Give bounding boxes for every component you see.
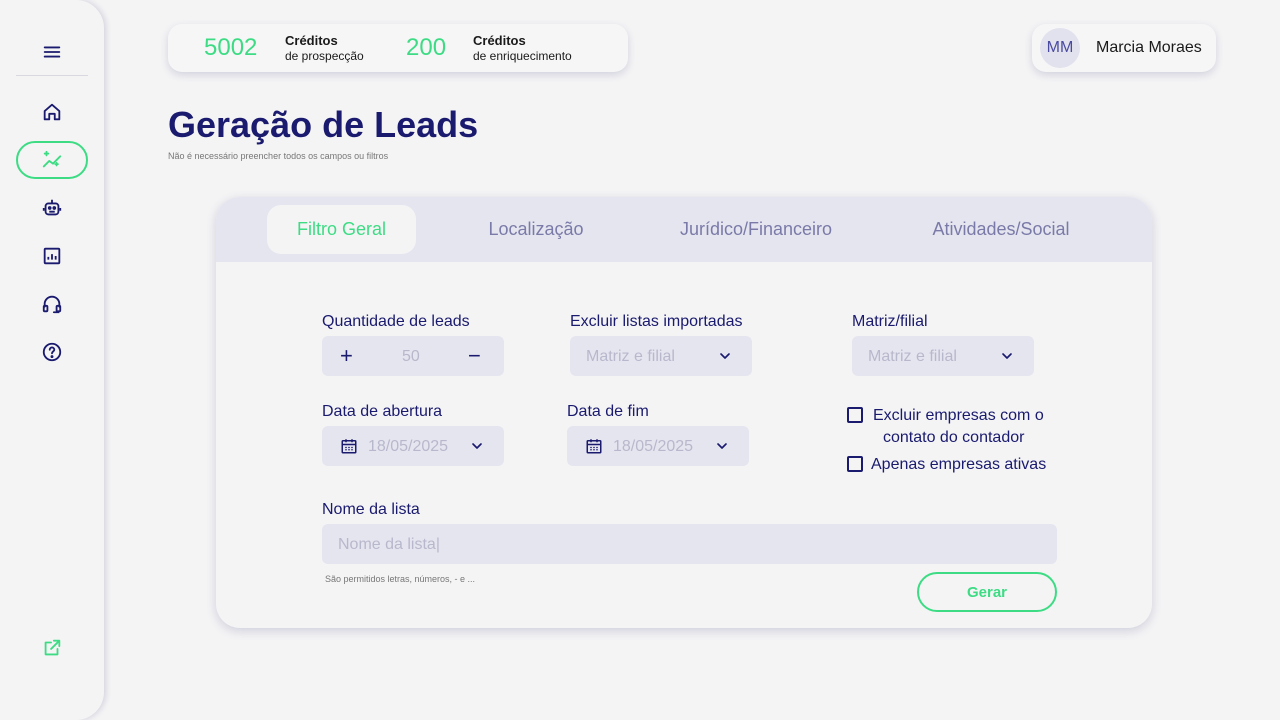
- sidebar-item-help[interactable]: [16, 333, 88, 371]
- exclude-accountant-checkbox[interactable]: [847, 407, 863, 423]
- report-icon: [43, 247, 61, 265]
- user-name: Marcia Moraes: [1096, 39, 1202, 56]
- end-date-picker[interactable]: 18/05/2025: [567, 426, 749, 466]
- matriz-placeholder: Matriz e filial: [868, 348, 957, 365]
- sidebar-item-home[interactable]: [16, 93, 88, 131]
- enrich-credits-value: 200: [406, 34, 447, 61]
- quantity-decrement-button[interactable]: −: [468, 343, 481, 369]
- home-icon: [43, 103, 61, 121]
- tab-localizacao[interactable]: Localização: [466, 205, 606, 254]
- matriz-select[interactable]: Matriz e filial: [852, 336, 1034, 376]
- menu-button[interactable]: [16, 33, 88, 71]
- generate-button[interactable]: Gerar: [917, 572, 1057, 612]
- exclude-lists-select[interactable]: Matriz e filial: [570, 336, 752, 376]
- only-active-checkbox[interactable]: [847, 456, 863, 472]
- sparkle-chart-icon: [42, 150, 62, 168]
- list-name-input[interactable]: Nome da lista|: [322, 524, 1057, 564]
- avatar: MM: [1040, 28, 1080, 68]
- tab-juridico-financeiro[interactable]: Jurídico/Financeiro: [656, 205, 856, 254]
- open-date-placeholder: 18/05/2025: [368, 438, 449, 455]
- list-name-label: Nome da lista: [322, 501, 420, 518]
- sidebar-item-lead-generation[interactable]: [16, 141, 88, 179]
- robot-icon: [42, 199, 62, 216]
- prospect-credits-title: Créditos: [285, 33, 338, 48]
- chevron-down-icon: [717, 443, 727, 449]
- list-name-hint: São permitidos letras, números, - e ...: [325, 574, 476, 584]
- only-active-label: Apenas empresas ativas: [871, 456, 1047, 473]
- headset-icon: [42, 295, 62, 314]
- quantity-increment-button[interactable]: +: [340, 343, 353, 369]
- quantity-stepper: + 50 −: [322, 336, 504, 376]
- sidebar-item-reports[interactable]: [16, 237, 88, 275]
- sidebar-divider: [16, 75, 88, 76]
- end-date-label: Data de fim: [567, 403, 649, 420]
- calendar-icon: [586, 439, 602, 454]
- exclude-lists-label: Excluir listas importadas: [570, 313, 743, 330]
- tab-filtro-geral[interactable]: Filtro Geral: [267, 205, 416, 254]
- quantity-value[interactable]: 50: [402, 348, 420, 366]
- open-date-picker[interactable]: 18/05/2025: [322, 426, 504, 466]
- credits-panel: 5002 Créditos de prospecção 200 Créditos…: [168, 24, 628, 72]
- page-title: Geração de Leads: [168, 104, 479, 145]
- quantity-label: Quantidade de leads: [322, 313, 470, 330]
- prospect-credits-subtitle: de prospecção: [285, 49, 364, 63]
- enrich-credits-title: Créditos: [473, 33, 526, 48]
- chevron-down-icon: [1002, 353, 1012, 359]
- sidebar-item-automation[interactable]: [16, 189, 88, 227]
- filter-tabs: Filtro Geral Localização Jurídico/Financ…: [216, 197, 1152, 262]
- exclude-lists-placeholder: Matriz e filial: [586, 348, 675, 365]
- prospect-credits-value: 5002: [204, 34, 258, 61]
- chevron-down-icon: [720, 353, 730, 359]
- user-menu[interactable]: MM Marcia Moraes: [1032, 24, 1216, 72]
- enrich-credits-subtitle: de enriquecimento: [473, 49, 572, 63]
- calendar-icon: [341, 439, 357, 454]
- menu-icon: [43, 46, 61, 58]
- sidebar-item-support[interactable]: [16, 285, 88, 323]
- open-date-label: Data de abertura: [322, 403, 443, 420]
- sidebar-item-external[interactable]: [16, 629, 88, 667]
- sidebar: [0, 0, 104, 720]
- page-subtitle: Não é necessário preencher todos os camp…: [168, 151, 389, 161]
- help-icon: [42, 342, 62, 362]
- tab-atividades-social[interactable]: Atividades/Social: [906, 205, 1096, 254]
- list-name-placeholder: Nome da lista|: [338, 536, 440, 553]
- end-date-placeholder: 18/05/2025: [613, 438, 694, 455]
- matriz-label: Matriz/filial: [852, 313, 928, 330]
- exclude-accountant-label-line2: contato do contador: [883, 429, 1025, 446]
- exclude-accountant-label: Excluir empresas com o: [873, 407, 1044, 424]
- external-link-icon: [44, 639, 61, 656]
- chevron-down-icon: [472, 443, 482, 449]
